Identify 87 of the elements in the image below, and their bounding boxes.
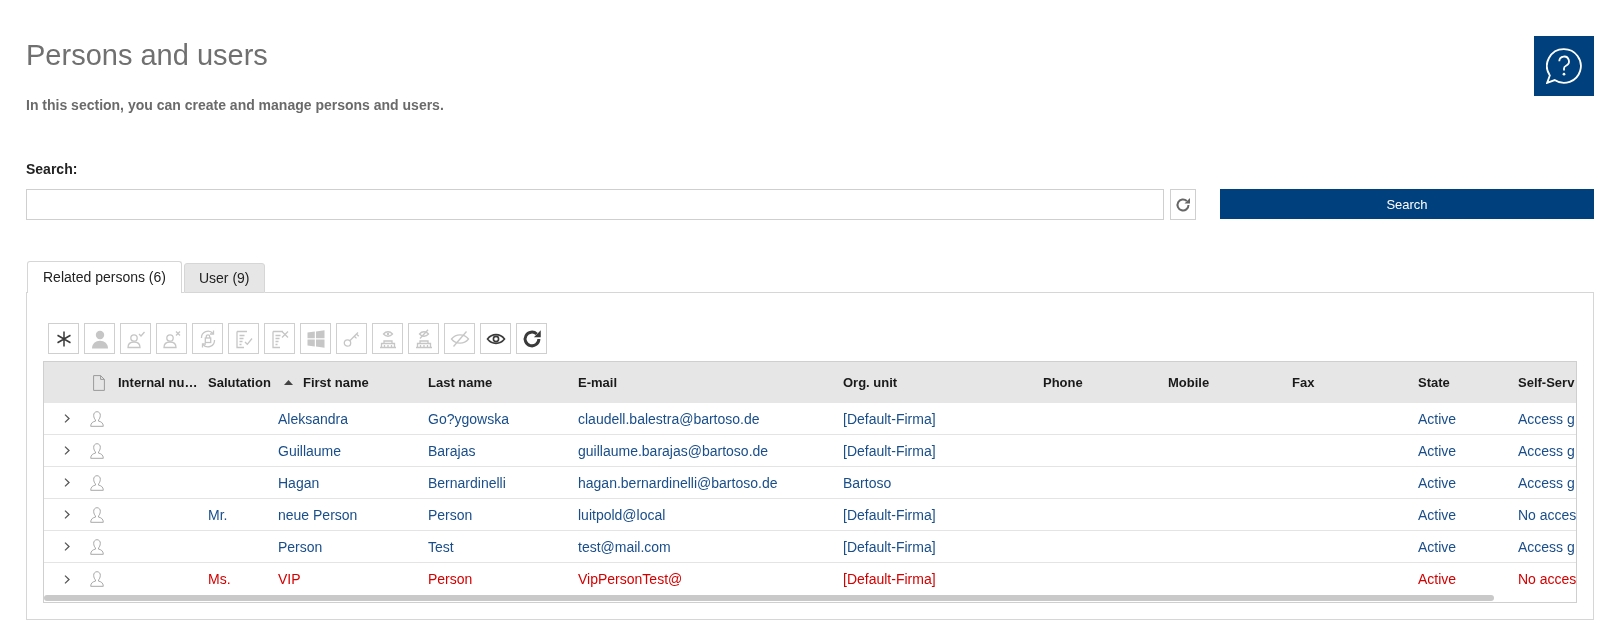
table-cell: Active [1411,562,1511,595]
table-cell: claudell.balestra@bartoso.de [571,403,836,435]
table-cell: test@mail.com [571,530,836,563]
table-cell: Barajas [421,434,571,467]
refresh-icon [1175,196,1191,213]
table-cell: Go?ygowska [421,403,571,435]
table-cell: Active [1411,466,1511,499]
table-cell: Bartoso [836,466,1036,499]
table-cell: VipPersonTest@ [571,562,836,595]
column-header[interactable]: Fax [1285,362,1411,403]
column-header[interactable]: Salutation [201,362,273,403]
search-label: Search: [26,160,78,178]
person-outline-icon [90,410,104,427]
page-title: Persons and users [26,38,269,72]
table-cell: No acces [1511,498,1576,531]
sort-ascending-icon [284,380,293,386]
table-cell: Bernardinelli [421,466,571,499]
crossed-eye-icon [449,328,470,349]
column-header[interactable]: E-mail [571,362,836,403]
column-header[interactable]: Internal nu… [111,362,201,403]
table-cell: neue Person [273,498,421,531]
column-header[interactable]: State [1411,362,1511,403]
eye-pedestal-icon [377,328,398,349]
help-button[interactable] [1534,36,1594,96]
table-cell: hagan.bernardinelli@bartoso.de [571,466,836,499]
toolbar-button[interactable] [516,323,547,354]
search-field[interactable] [26,189,1164,220]
page-description: In this section, you can create and manage persons and users. [26,96,444,114]
person-cross-icon [161,328,182,349]
table-cell: guillaume.barajas@bartoso.de [571,434,836,467]
list-check-icon [233,328,254,349]
chevron-right-icon[interactable] [64,446,70,455]
list-cross-icon [269,328,290,349]
table-cell: Access g [1511,530,1576,563]
column-header[interactable]: Mobile [1161,362,1285,403]
table-cell: Aleksandra [273,403,421,435]
column-header[interactable]: Self-Serv [1511,362,1576,403]
chevron-right-icon[interactable] [64,414,70,423]
column-header[interactable]: Last name [421,362,571,403]
table-cell: VIP [273,562,421,595]
chevron-right-icon[interactable] [64,510,70,519]
person-outline-icon [90,474,104,491]
table-cell: Person [421,498,571,531]
table-cell: Guillaume [273,434,421,467]
horizontal-scrollbar[interactable] [44,595,1494,601]
table-cell: No acces [1511,562,1576,595]
column-header[interactable]: Org. unit [836,362,1036,403]
crossed-eye-pedestal-icon [413,328,434,349]
tab[interactable]: User (9) [183,263,265,293]
table-cell: luitpold@local [571,498,836,531]
refresh-icon [521,328,542,349]
chevron-right-icon[interactable] [64,574,70,584]
table-cell: Person [421,562,571,595]
column-header[interactable]: First name [273,362,421,403]
toolbar-button[interactable] [480,323,511,354]
chevron-right-icon[interactable] [64,542,70,551]
table-cell: Access g [1511,434,1576,467]
four-panes-icon [305,328,326,349]
help-icon [1546,48,1582,84]
table-cell: [Default-Firma] [836,530,1036,563]
table-cell: [Default-Firma] [836,498,1036,531]
table-cell: Active [1411,530,1511,563]
search-button[interactable]: Search [1220,189,1594,219]
person-outline-icon [90,442,104,459]
table-cell: [Default-Firma] [836,562,1036,595]
table-cell: Active [1411,434,1511,467]
person-silhouette-icon [89,328,110,349]
chevron-right-icon[interactable] [64,478,70,487]
table-cell: Ms. [201,562,273,595]
table-cell: Active [1411,498,1511,531]
person-outline-icon [90,506,104,523]
file-icon [93,374,105,391]
tab[interactable]: Related persons (6) [27,261,182,293]
column-header[interactable]: Phone [1036,362,1161,403]
table-cell: Mr. [201,498,273,531]
person-outline-icon [90,571,104,587]
refresh-button[interactable] [1170,189,1196,220]
table-cell: Test [421,530,571,563]
table-cell: Access g [1511,466,1576,499]
table-cell: [Default-Firma] [836,434,1036,467]
table-cell: Access g [1511,403,1576,435]
table-cell: Active [1411,403,1511,435]
toolbar-button[interactable] [48,323,79,354]
table-cell: [Default-Firma] [836,403,1036,435]
person-outline-icon [90,538,104,555]
table-cell: Person [273,530,421,563]
table-cell: Hagan [273,466,421,499]
